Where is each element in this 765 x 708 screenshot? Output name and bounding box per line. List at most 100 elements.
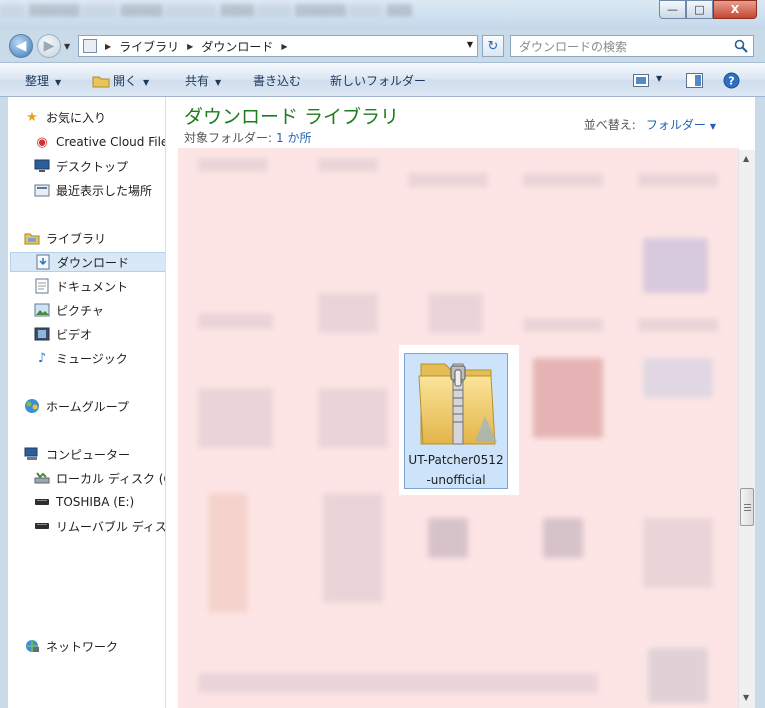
nav-label: ダウンロード	[57, 255, 130, 270]
organize-button[interactable]: 整理 ▼	[25, 72, 61, 89]
library-icon	[83, 39, 97, 53]
refresh-button[interactable]: ↻	[482, 35, 504, 57]
maximize-button[interactable]: □	[686, 0, 713, 19]
obscured-file	[428, 293, 483, 333]
close-button[interactable]: X	[713, 0, 757, 19]
open-label: 開く	[113, 74, 138, 88]
obscured-file	[523, 318, 603, 332]
nav-favorites[interactable]: ★ お気に入り	[24, 107, 165, 127]
nav-label: お気に入り	[46, 110, 107, 125]
local-disk-icon	[34, 470, 50, 486]
obscured-file	[428, 518, 468, 558]
subtitle-label: 対象フォルダー:	[184, 131, 273, 145]
burn-label: 書き込む	[253, 74, 302, 88]
refresh-icon: ↻	[487, 38, 499, 54]
sort-control: 並べ替え: フォルダー ▼	[584, 116, 716, 133]
breadcrumb-libraries[interactable]: ライブラリ	[119, 38, 179, 55]
documents-icon	[34, 278, 50, 294]
preview-pane-icon[interactable]	[686, 73, 703, 88]
forward-button[interactable]: ▶	[37, 34, 61, 58]
obscured-file	[643, 358, 713, 398]
nav-toshiba-drive[interactable]: TOSHIBA (E:)	[34, 492, 165, 512]
new-folder-button[interactable]: 新しいフォルダー	[330, 72, 426, 89]
breadcrumb-separator[interactable]: ▶	[281, 42, 287, 51]
obscured-file	[318, 293, 378, 333]
chevron-down-icon: ▼	[143, 78, 150, 87]
view-options-dropdown[interactable]: ▼	[656, 74, 662, 83]
nav-desktop[interactable]: デスクトップ	[34, 156, 165, 176]
desktop-icon	[34, 158, 50, 174]
nav-network[interactable]: ネットワーク	[24, 636, 165, 656]
computer-icon	[24, 446, 40, 462]
nav-label: ドキュメント	[56, 279, 129, 294]
sort-by-button[interactable]: フォルダー	[646, 118, 706, 132]
minimize-button[interactable]: —	[659, 0, 686, 19]
scrollbar-thumb[interactable]	[740, 488, 754, 526]
back-button[interactable]: ◀	[9, 34, 33, 58]
recent-places-icon	[34, 182, 50, 198]
breadcrumb-downloads[interactable]: ダウンロード	[201, 38, 273, 55]
nav-creative-cloud-files[interactable]: ◉ Creative Cloud Files	[34, 132, 166, 152]
nav-homegroup[interactable]: ホームグループ	[24, 396, 165, 416]
burn-button[interactable]: 書き込む	[253, 72, 301, 89]
nav-pictures[interactable]: ピクチャ	[34, 300, 165, 320]
view-options-icon[interactable]	[633, 74, 649, 87]
new-folder-label: 新しいフォルダー	[330, 74, 427, 88]
scroll-down-arrow[interactable]: ▼	[743, 693, 749, 702]
obscured-file	[523, 173, 603, 187]
obscured-file	[198, 388, 273, 448]
share-button[interactable]: 共有 ▼	[185, 72, 221, 89]
command-bar: 整理 ▼ 開く ▼ 共有 ▼ 書き込む 新しいフォルダー ▼ ?	[0, 62, 765, 97]
thumb-grip	[744, 510, 751, 511]
chevron-down-icon[interactable]: ▼	[710, 122, 716, 131]
nav-recent-places[interactable]: 最近表示した場所	[34, 180, 165, 200]
breadcrumb-separator[interactable]: ▶	[105, 42, 111, 51]
file-name-line2: -unofficial	[426, 473, 486, 487]
nav-label: ホームグループ	[46, 399, 129, 414]
nav-local-disk[interactable]: ローカル ディスク (C:)	[34, 468, 165, 488]
network-icon	[24, 638, 40, 654]
search-box[interactable]	[510, 35, 754, 57]
nav-label: ミュージック	[56, 351, 128, 366]
obscured-file	[198, 673, 598, 693]
obscured-file	[648, 648, 708, 703]
obscured-file	[533, 358, 603, 438]
scroll-up-arrow[interactable]: ▲	[743, 154, 749, 163]
zip-folder-icon	[418, 363, 497, 445]
vertical-scrollbar[interactable]: ▲ ▼	[738, 150, 755, 708]
nav-label: ピクチャ	[56, 303, 104, 318]
search-icon[interactable]	[734, 39, 748, 53]
nav-downloads[interactable]: ダウンロード	[10, 252, 165, 272]
file-item-selected[interactable]: UT-Patcher0512 -unofficial	[404, 353, 508, 489]
navigation-pane: ★ お気に入り ◉ Creative Cloud Files デスクトップ 最近表示…	[8, 97, 166, 708]
nav-computer[interactable]: コンピューター	[24, 444, 165, 464]
address-history-dropdown[interactable]: ▼	[467, 40, 473, 49]
content-pane: ダウンロード ライブラリ 対象フォルダー:1 か所 並べ替え: フォルダー ▼	[166, 97, 756, 708]
star-icon: ★	[26, 109, 38, 125]
nav-videos[interactable]: ビデオ	[34, 324, 165, 344]
address-bar[interactable]: ▶ ライブラリ ▶ ダウンロード ▶ ▼	[78, 35, 478, 57]
nav-label: リムーバブル ディスク	[56, 519, 166, 534]
obscured-file	[643, 518, 713, 588]
obscured-file	[323, 493, 383, 603]
nav-libraries[interactable]: ライブラリ	[24, 228, 165, 248]
nav-label: TOSHIBA (E:)	[56, 495, 135, 509]
blurred-taskbar-tabs: ░░░ ▒▒▒▒▒▒ ░░░░ ▒▒▒▒▒ ░░░░░░ ▒▒▒▒ ░░░░ ▒…	[0, 4, 413, 17]
search-input[interactable]	[517, 38, 731, 56]
recent-pages-dropdown[interactable]: ▼	[64, 42, 70, 51]
thumb-grip	[744, 507, 751, 508]
nav-music[interactable]: ♪ ミュージック	[34, 348, 165, 368]
nav-removable-disk[interactable]: リムーバブル ディスク	[34, 516, 166, 536]
nav-label: ビデオ	[56, 327, 93, 342]
nav-label: ライブラリ	[46, 231, 107, 246]
nav-label: 最近表示した場所	[56, 183, 153, 198]
nav-documents[interactable]: ドキュメント	[34, 276, 165, 296]
open-button[interactable]: 開く ▼	[113, 72, 149, 89]
file-list-area[interactable]: UT-Patcher0512 -unofficial	[178, 148, 739, 708]
breadcrumb-separator[interactable]: ▶	[187, 42, 193, 51]
nav-label: Creative Cloud Files	[56, 135, 166, 149]
library-locations-link[interactable]: 1 か所	[276, 131, 311, 145]
obscured-file	[318, 388, 388, 448]
obscured-file	[638, 318, 718, 332]
help-icon[interactable]: ?	[723, 72, 740, 89]
